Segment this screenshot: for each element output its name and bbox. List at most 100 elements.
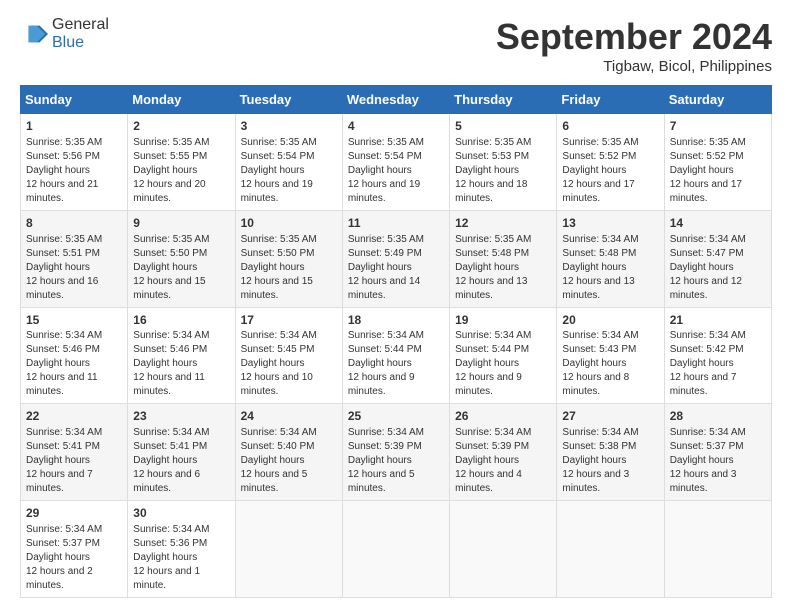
day-number: 18: [348, 312, 444, 329]
sunset-label: Sunset: 5:53 PM: [455, 151, 529, 162]
daylight-label: Daylight hours: [562, 165, 626, 176]
sunset-label: Sunset: 5:50 PM: [133, 248, 207, 259]
sunrise-label: Sunrise: 5:35 AM: [348, 137, 424, 148]
daylight-label: Daylight hours: [670, 455, 734, 466]
calendar-cell: 30 Sunrise: 5:34 AM Sunset: 5:36 PM Dayl…: [128, 501, 235, 598]
sunrise-label: Sunrise: 5:34 AM: [562, 330, 638, 341]
daylight-value: 12 hours and 15 minutes.: [241, 276, 313, 301]
sunset-label: Sunset: 5:54 PM: [241, 151, 315, 162]
sunrise-label: Sunrise: 5:34 AM: [562, 234, 638, 245]
sunset-label: Sunset: 5:48 PM: [562, 248, 636, 259]
daylight-label: Daylight hours: [133, 262, 197, 273]
calendar-cell: 6 Sunrise: 5:35 AM Sunset: 5:52 PM Dayli…: [557, 114, 664, 211]
calendar-header-row: Sunday Monday Tuesday Wednesday Thursday…: [21, 86, 772, 114]
daylight-label: Daylight hours: [241, 262, 305, 273]
calendar-cell: 27 Sunrise: 5:34 AM Sunset: 5:38 PM Dayl…: [557, 404, 664, 501]
daylight-label: Daylight hours: [562, 262, 626, 273]
sunrise-label: Sunrise: 5:34 AM: [562, 427, 638, 438]
daylight-value: 12 hours and 9 minutes.: [348, 372, 415, 397]
daylight-label: Daylight hours: [455, 455, 519, 466]
sunrise-label: Sunrise: 5:35 AM: [241, 137, 317, 148]
daylight-value: 12 hours and 11 minutes.: [133, 372, 205, 397]
day-number: 4: [348, 118, 444, 135]
daylight-label: Daylight hours: [133, 165, 197, 176]
calendar-cell: 17 Sunrise: 5:34 AM Sunset: 5:45 PM Dayl…: [235, 307, 342, 404]
sunrise-label: Sunrise: 5:35 AM: [455, 234, 531, 245]
header-monday: Monday: [128, 86, 235, 114]
sunrise-label: Sunrise: 5:35 AM: [133, 234, 209, 245]
daylight-label: Daylight hours: [26, 165, 90, 176]
sunset-label: Sunset: 5:50 PM: [241, 248, 315, 259]
calendar-cell: 21 Sunrise: 5:34 AM Sunset: 5:42 PM Dayl…: [664, 307, 771, 404]
logo: General Blue: [20, 16, 109, 52]
sunset-label: Sunset: 5:43 PM: [562, 344, 636, 355]
day-number: 30: [133, 505, 229, 522]
daylight-value: 12 hours and 12 minutes.: [670, 276, 742, 301]
sunset-label: Sunset: 5:47 PM: [670, 248, 744, 259]
calendar-week-row: 22 Sunrise: 5:34 AM Sunset: 5:41 PM Dayl…: [21, 404, 772, 501]
sunrise-label: Sunrise: 5:34 AM: [670, 427, 746, 438]
calendar-cell: 23 Sunrise: 5:34 AM Sunset: 5:41 PM Dayl…: [128, 404, 235, 501]
sunrise-label: Sunrise: 5:34 AM: [670, 234, 746, 245]
sunrise-label: Sunrise: 5:34 AM: [241, 330, 317, 341]
daylight-value: 12 hours and 15 minutes.: [133, 276, 205, 301]
daylight-value: 12 hours and 19 minutes.: [348, 179, 420, 204]
calendar-cell: 7 Sunrise: 5:35 AM Sunset: 5:52 PM Dayli…: [664, 114, 771, 211]
daylight-value: 12 hours and 7 minutes.: [26, 469, 93, 494]
calendar-cell: 8 Sunrise: 5:35 AM Sunset: 5:51 PM Dayli…: [21, 210, 128, 307]
day-number: 29: [26, 505, 122, 522]
day-number: 13: [562, 215, 658, 232]
calendar-week-row: 29 Sunrise: 5:34 AM Sunset: 5:37 PM Dayl…: [21, 501, 772, 598]
day-number: 25: [348, 408, 444, 425]
calendar-cell: 18 Sunrise: 5:34 AM Sunset: 5:44 PM Dayl…: [342, 307, 449, 404]
calendar-cell: 3 Sunrise: 5:35 AM Sunset: 5:54 PM Dayli…: [235, 114, 342, 211]
calendar-cell: 10 Sunrise: 5:35 AM Sunset: 5:50 PM Dayl…: [235, 210, 342, 307]
daylight-label: Daylight hours: [348, 455, 412, 466]
daylight-value: 12 hours and 3 minutes.: [562, 469, 629, 494]
calendar-cell: 11 Sunrise: 5:35 AM Sunset: 5:49 PM Dayl…: [342, 210, 449, 307]
daylight-value: 12 hours and 7 minutes.: [670, 372, 737, 397]
calendar-cell: 15 Sunrise: 5:34 AM Sunset: 5:46 PM Dayl…: [21, 307, 128, 404]
daylight-label: Daylight hours: [670, 165, 734, 176]
sunrise-label: Sunrise: 5:35 AM: [241, 234, 317, 245]
daylight-value: 12 hours and 13 minutes.: [455, 276, 527, 301]
calendar-cell: 14 Sunrise: 5:34 AM Sunset: 5:47 PM Dayl…: [664, 210, 771, 307]
sunset-label: Sunset: 5:38 PM: [562, 441, 636, 452]
calendar-table: Sunday Monday Tuesday Wednesday Thursday…: [20, 85, 772, 598]
day-number: 16: [133, 312, 229, 329]
daylight-value: 12 hours and 10 minutes.: [241, 372, 313, 397]
location-subtitle: Tigbaw, Bicol, Philippines: [496, 58, 772, 75]
sunrise-label: Sunrise: 5:35 AM: [26, 234, 102, 245]
title-section: September 2024 Tigbaw, Bicol, Philippine…: [496, 16, 772, 75]
calendar-cell: [557, 501, 664, 598]
daylight-label: Daylight hours: [455, 262, 519, 273]
header-thursday: Thursday: [450, 86, 557, 114]
day-number: 7: [670, 118, 766, 135]
sunset-label: Sunset: 5:51 PM: [26, 248, 100, 259]
sunset-label: Sunset: 5:41 PM: [26, 441, 100, 452]
day-number: 14: [670, 215, 766, 232]
sunset-label: Sunset: 5:37 PM: [670, 441, 744, 452]
header-wednesday: Wednesday: [342, 86, 449, 114]
daylight-value: 12 hours and 17 minutes.: [670, 179, 742, 204]
sunrise-label: Sunrise: 5:34 AM: [241, 427, 317, 438]
daylight-value: 12 hours and 11 minutes.: [26, 372, 98, 397]
day-number: 28: [670, 408, 766, 425]
sunset-label: Sunset: 5:40 PM: [241, 441, 315, 452]
sunrise-label: Sunrise: 5:34 AM: [26, 330, 102, 341]
daylight-value: 12 hours and 14 minutes.: [348, 276, 420, 301]
calendar-week-row: 15 Sunrise: 5:34 AM Sunset: 5:46 PM Dayl…: [21, 307, 772, 404]
daylight-value: 12 hours and 5 minutes.: [348, 469, 415, 494]
daylight-label: Daylight hours: [241, 358, 305, 369]
calendar-cell: 22 Sunrise: 5:34 AM Sunset: 5:41 PM Dayl…: [21, 404, 128, 501]
sunset-label: Sunset: 5:42 PM: [670, 344, 744, 355]
day-number: 10: [241, 215, 337, 232]
calendar-cell: 2 Sunrise: 5:35 AM Sunset: 5:55 PM Dayli…: [128, 114, 235, 211]
logo-icon: [20, 20, 48, 48]
day-number: 12: [455, 215, 551, 232]
page-container: General Blue September 2024 Tigbaw, Bico…: [0, 0, 792, 614]
calendar-cell: 1 Sunrise: 5:35 AM Sunset: 5:56 PM Dayli…: [21, 114, 128, 211]
day-number: 2: [133, 118, 229, 135]
calendar-cell: 13 Sunrise: 5:34 AM Sunset: 5:48 PM Dayl…: [557, 210, 664, 307]
calendar-cell: 28 Sunrise: 5:34 AM Sunset: 5:37 PM Dayl…: [664, 404, 771, 501]
